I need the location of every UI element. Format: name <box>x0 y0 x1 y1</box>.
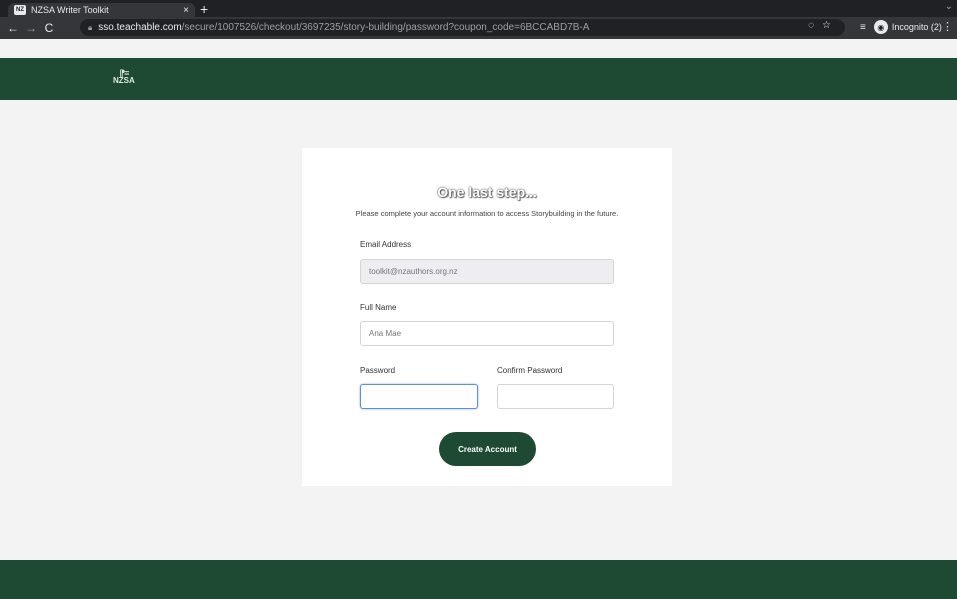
email-field[interactable] <box>360 259 614 284</box>
address-bar[interactable]: 🔒︎ sso.teachable.com /secure/1007526/che… <box>80 19 845 36</box>
tab-title: NZSA Writer Toolkit <box>31 5 109 15</box>
full-name-field[interactable] <box>360 321 614 346</box>
incognito-icon: ◉ <box>873 20 888 34</box>
browser-tabstrip: NZ NZSA Writer Toolkit × + ⌄ <box>0 0 957 17</box>
password-label: Password <box>360 366 396 375</box>
password-field[interactable] <box>360 384 478 409</box>
lock-icon[interactable]: 🔒︎ <box>88 23 92 33</box>
site-header: ⁋≡ NZSA <box>0 58 957 100</box>
reload-icon[interactable]: C <box>40 21 58 35</box>
create-account-button[interactable]: Create Account <box>439 432 536 466</box>
profile-area[interactable]: ≡ ◉ Incognito (2) <box>860 20 942 34</box>
tab-search-icon[interactable]: ⌄ <box>945 1 953 12</box>
incognito-label: Incognito (2) <box>891 22 942 32</box>
nzsa-favicon-icon: NZ <box>14 5 26 15</box>
bookmark-star-icon[interactable]: ◌☆ <box>808 20 839 31</box>
confirm-password-field[interactable] <box>497 384 614 409</box>
card-title: One last step... <box>437 184 537 200</box>
card-subtitle: Please complete your account information… <box>355 209 619 218</box>
account-card: One last step... Please complete your ac… <box>302 148 672 486</box>
browser-tab[interactable]: NZ NZSA Writer Toolkit × <box>8 3 195 17</box>
logo-text: NZSA <box>113 76 135 85</box>
site-footer <box>0 560 957 599</box>
full-name-label: Full Name <box>360 303 397 312</box>
url-path: /secure/1007526/checkout/3697235/story-b… <box>181 22 590 33</box>
forward-icon[interactable]: → <box>22 21 40 35</box>
new-tab-icon[interactable]: + <box>200 1 208 17</box>
close-icon[interactable]: × <box>183 5 189 16</box>
menu-icon[interactable]: ⋮ <box>942 20 953 33</box>
email-label: Email Address <box>360 240 412 249</box>
site-logo[interactable]: ⁋≡ NZSA <box>113 69 135 85</box>
reading-list-icon[interactable]: ≡ <box>860 22 866 33</box>
confirm-password-label: Confirm Password <box>497 366 563 375</box>
back-icon[interactable]: ← <box>4 21 22 35</box>
url-domain: sso.teachable.com <box>98 22 182 33</box>
browser-toolbar: ← → C 🔒︎ sso.teachable.com /secure/10075… <box>0 17 957 39</box>
